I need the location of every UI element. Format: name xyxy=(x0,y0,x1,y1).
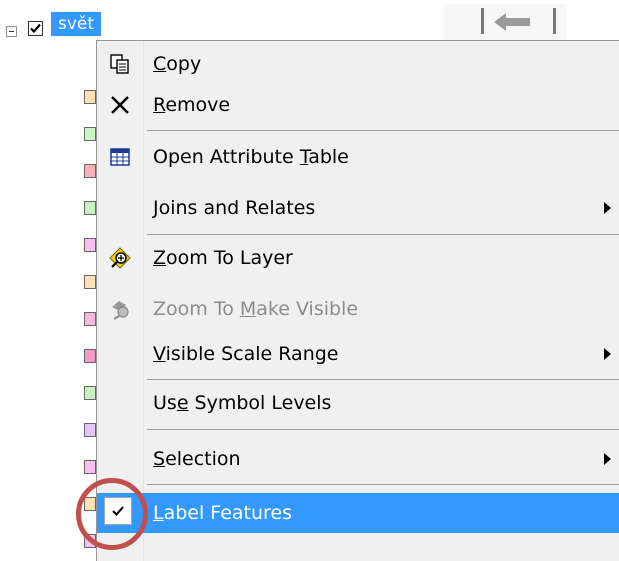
remove-icon xyxy=(111,96,129,114)
menu-item-label: Visible Scale Range xyxy=(153,343,339,365)
checkmark-icon xyxy=(30,23,41,34)
menu-item-joins-and-relates[interactable]: Joins and Relates xyxy=(97,188,619,228)
annotation-ring xyxy=(76,478,148,550)
legend-swatch xyxy=(84,423,96,437)
menu-item-label: Label Features xyxy=(153,502,293,524)
zoom-to-make-visible-icon xyxy=(112,301,129,320)
menu-item-label-features[interactable]: Label Features xyxy=(97,493,619,533)
legend-swatch xyxy=(84,386,96,400)
legend-swatch xyxy=(84,127,96,141)
menu-separator xyxy=(147,379,619,380)
zoom-to-layer-icon xyxy=(109,247,131,269)
context-menu: Copy Remove Open Attribute Table Joins a… xyxy=(96,40,619,561)
menu-separator xyxy=(147,429,619,430)
menu-item-label: Open Attribute Table xyxy=(153,146,349,168)
legend-swatch xyxy=(84,238,96,252)
tree-collapse-toggle[interactable] xyxy=(6,26,17,37)
legend-swatch xyxy=(84,275,96,289)
menu-item-copy[interactable]: Copy xyxy=(97,44,619,84)
attribute-table-icon xyxy=(110,148,130,166)
menu-item-open-attribute-table[interactable]: Open Attribute Table xyxy=(97,137,619,177)
menu-item-label: Joins and Relates xyxy=(153,197,316,219)
menu-item-label: Zoom To Layer xyxy=(153,247,293,269)
menu-separator xyxy=(147,234,619,235)
layer-name-label[interactable]: svět xyxy=(51,12,102,36)
menu-item-label: Copy xyxy=(153,53,202,75)
legend-swatch xyxy=(84,460,96,474)
legend-swatch xyxy=(84,349,96,363)
legend-swatch xyxy=(84,164,96,178)
legend-swatch xyxy=(84,201,96,215)
menu-item-label: Use Symbol Levels xyxy=(153,392,332,414)
legend-swatch xyxy=(84,90,96,104)
menu-item-visible-scale-range[interactable]: Visible Scale Range xyxy=(97,334,619,374)
menu-item-label: Remove xyxy=(153,94,231,116)
menu-item-zoom-to-make-visible: Zoom To Make Visible xyxy=(97,289,619,329)
menu-item-label: Zoom To Make Visible xyxy=(153,298,359,320)
legend-swatch xyxy=(84,312,96,326)
submenu-arrow-icon xyxy=(604,348,611,360)
toolbar-separator xyxy=(553,8,556,34)
toolbar-separator xyxy=(481,8,484,34)
submenu-arrow-icon xyxy=(604,453,611,465)
menu-item-remove[interactable]: Remove xyxy=(97,85,619,125)
menu-separator xyxy=(147,484,619,485)
copy-icon xyxy=(110,54,129,74)
menu-item-use-symbol-levels[interactable]: Use Symbol Levels xyxy=(97,383,619,423)
submenu-arrow-icon xyxy=(604,202,611,214)
menu-item-label: Selection xyxy=(153,448,241,470)
layer-visibility-checkbox[interactable] xyxy=(28,21,43,36)
menu-item-selection[interactable]: Selection xyxy=(97,439,619,479)
menu-separator xyxy=(147,130,619,131)
menu-item-zoom-to-layer[interactable]: Zoom To Layer xyxy=(97,238,619,278)
back-arrow-icon[interactable] xyxy=(492,12,532,32)
